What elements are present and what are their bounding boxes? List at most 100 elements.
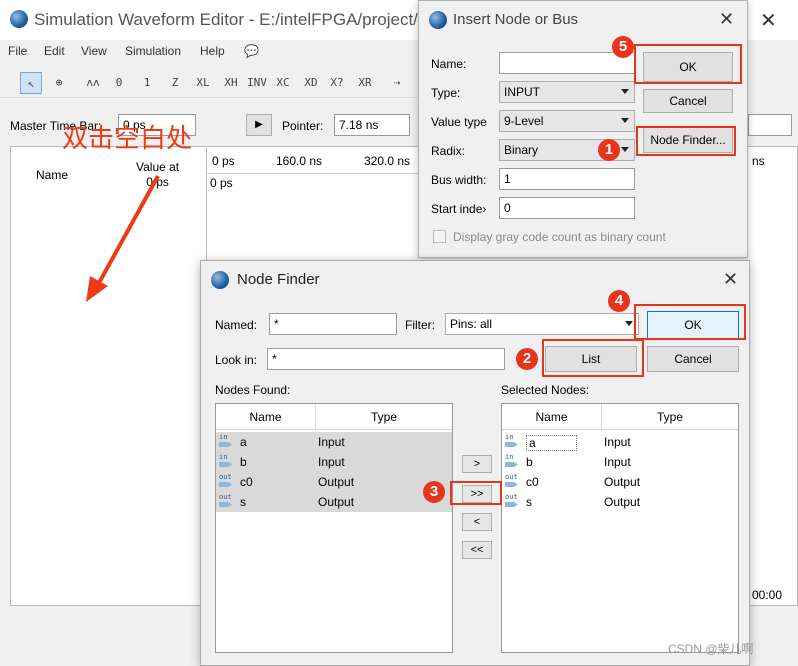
selected-nodes-label: Selected Nodes: xyxy=(501,383,590,397)
value-type-select[interactable]: 9-Level xyxy=(499,110,635,132)
end-time-readout: 00:00 xyxy=(752,588,783,602)
zoom-tool-icon[interactable]: ⊕ xyxy=(48,72,70,94)
menu-file[interactable]: File xyxy=(8,44,27,58)
value-type-value: 9-Level xyxy=(504,114,544,128)
node-name: a xyxy=(526,435,577,451)
move-all-left-button[interactable]: << xyxy=(462,541,492,559)
start-index-input[interactable]: 0 xyxy=(499,197,635,219)
radix-value: Binary xyxy=(504,143,539,157)
highlight-insert-ok xyxy=(634,44,742,84)
named-input[interactable]: * xyxy=(269,313,397,335)
move-selected-right-button[interactable]: > xyxy=(462,455,492,473)
menu-edit[interactable]: Edit xyxy=(44,44,65,58)
column-header-name[interactable]: Name xyxy=(216,404,316,430)
highlight-list xyxy=(542,339,644,377)
input-pin-icon: in xyxy=(505,454,521,470)
output-pin-icon: out xyxy=(219,494,235,510)
input-pin-icon: in xyxy=(505,434,521,450)
chat-icon[interactable]: 💬 xyxy=(244,44,259,58)
node-type: Output xyxy=(318,495,355,509)
watermark: CSDN @柴儿啊 xyxy=(668,642,754,656)
high-impedance-icon[interactable]: Z xyxy=(164,72,186,94)
cancel-button[interactable]: Cancel xyxy=(647,346,739,372)
value-type-label: Value type xyxy=(431,115,487,129)
random-icon[interactable]: X? xyxy=(326,72,348,94)
step-badge-1: 1 xyxy=(598,139,620,161)
name-input[interactable] xyxy=(499,52,635,74)
table-row[interactable]: in b Input xyxy=(502,452,738,472)
table-row[interactable]: out c0 Output xyxy=(216,472,452,492)
close-icon[interactable]: ✕ xyxy=(719,9,734,30)
type-label: Type: xyxy=(431,86,461,100)
node-type: Output xyxy=(604,495,641,509)
table-row[interactable]: in a Input xyxy=(216,432,452,452)
next-transition-button[interactable]: ▶ xyxy=(246,114,272,136)
uninit-icon[interactable]: ʌʌ xyxy=(82,72,104,94)
bus-width-input[interactable]: 1 xyxy=(499,168,635,190)
close-icon[interactable]: ✕ xyxy=(723,269,738,290)
count-value-icon[interactable]: XC xyxy=(272,72,294,94)
table-row[interactable]: out s Output xyxy=(216,492,452,512)
output-pin-icon: out xyxy=(505,474,521,490)
selected-nodes-table[interactable]: Name Type in a Input in b Input out c0 O… xyxy=(501,403,739,653)
ruler-right-unit: ns xyxy=(752,154,765,168)
table-row[interactable]: out c0 Output xyxy=(502,472,738,492)
filter-select[interactable]: Pins: all xyxy=(445,313,639,335)
pointer-value: 7.18 ns xyxy=(334,114,410,136)
step-badge-4: 4 xyxy=(608,290,630,312)
look-in-input[interactable]: * xyxy=(267,348,505,370)
type-select[interactable]: INPUT xyxy=(499,81,635,103)
table-row[interactable]: out s Output xyxy=(502,492,738,512)
end-time-field[interactable] xyxy=(748,114,792,136)
snap-icon[interactable]: ⇢ xyxy=(386,72,408,94)
cancel-button[interactable]: Cancel xyxy=(643,89,733,113)
gray-code-label: Display gray code count as binary count xyxy=(453,230,666,244)
arbitrary-value-icon[interactable]: XR xyxy=(354,72,376,94)
filter-label: Filter: xyxy=(405,318,435,332)
weak-low-icon[interactable]: XL xyxy=(192,72,214,94)
force-low-icon[interactable]: 0 xyxy=(108,72,130,94)
start-index-label: Start inde› xyxy=(431,202,487,216)
annotation-arrow xyxy=(86,175,160,302)
annotation-text: 双击空白处 xyxy=(62,124,193,154)
output-pin-icon: out xyxy=(219,474,235,490)
look-in-label: Look in: xyxy=(215,353,258,367)
close-icon[interactable]: ✕ xyxy=(760,8,777,33)
node-name: c0 xyxy=(526,475,539,489)
quartus-logo-icon xyxy=(429,11,447,29)
selection-tool-icon[interactable]: ↖ xyxy=(20,72,42,94)
bus-width-label: Bus width: xyxy=(431,173,487,187)
gray-code-checkbox[interactable] xyxy=(433,230,446,243)
menu-view[interactable]: View xyxy=(81,44,107,58)
dialog-title: Node Finder xyxy=(237,271,320,288)
nodes-found-label: Nodes Found: xyxy=(215,383,291,397)
table-row[interactable]: in a Input xyxy=(502,432,738,452)
table-row[interactable]: in b Input xyxy=(216,452,452,472)
output-pin-icon: out xyxy=(505,494,521,510)
node-name: s xyxy=(526,495,532,509)
force-high-icon[interactable]: 1 xyxy=(136,72,158,94)
filter-value: Pins: all xyxy=(450,317,493,331)
clock-icon[interactable]: XD xyxy=(300,72,322,94)
ruler-tick-320: 320.0 ns xyxy=(364,154,411,168)
ruler-tick-160: 160.0 ns xyxy=(276,154,323,168)
column-header-type[interactable]: Type xyxy=(316,404,452,430)
node-name: a xyxy=(240,435,247,449)
move-selected-left-button[interactable]: < xyxy=(462,513,492,531)
input-pin-icon: in xyxy=(219,434,235,450)
nodes-found-table[interactable]: Name Type in a Input in b Input out c0 O… xyxy=(215,403,453,653)
toolbar: ↖ ⊕ ʌʌ 0 1 Z XL XH INV XC XD X? XR ⇢ xyxy=(0,66,420,98)
node-type: Output xyxy=(318,475,355,489)
highlight-finder-ok xyxy=(634,304,746,340)
radix-label: Radix: xyxy=(431,144,466,158)
quartus-logo-icon xyxy=(10,10,28,28)
menu-help[interactable]: Help xyxy=(200,44,225,58)
step-badge-3: 3 xyxy=(423,481,445,503)
column-header-type[interactable]: Type xyxy=(602,404,738,430)
column-header-name[interactable]: Name xyxy=(502,404,602,430)
invert-icon[interactable]: INV xyxy=(246,72,268,94)
node-type: Input xyxy=(318,435,345,449)
weak-high-icon[interactable]: XH xyxy=(220,72,242,94)
step-badge-2: 2 xyxy=(516,348,538,370)
menu-simulation[interactable]: Simulation xyxy=(125,44,181,58)
